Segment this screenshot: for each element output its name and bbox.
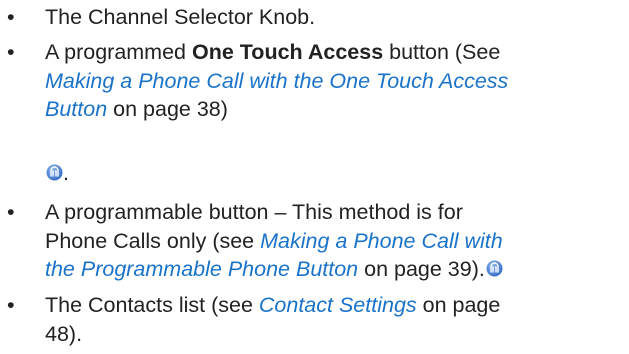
ota-icon-line: .: [45, 159, 69, 188]
bullet: •: [7, 5, 15, 29]
list-item-text: A programmable button – This method is f…: [45, 200, 503, 281]
link-contact-settings[interactable]: Contact Settings: [259, 293, 417, 317]
bullet: •: [7, 200, 15, 224]
one-touch-access-icon: [486, 260, 503, 277]
bullet: •: [7, 293, 15, 317]
bullet: •: [7, 40, 15, 64]
one-touch-access-term: One Touch Access: [191, 40, 384, 64]
list-item-text: The Channel Selector Knob.: [45, 5, 316, 29]
list-item-text: A programmed One Touch Access button (Se…: [45, 40, 509, 121]
one-touch-access-icon: [46, 164, 63, 181]
list-item-text: The Contacts list (see Contact Settings …: [45, 293, 501, 346]
